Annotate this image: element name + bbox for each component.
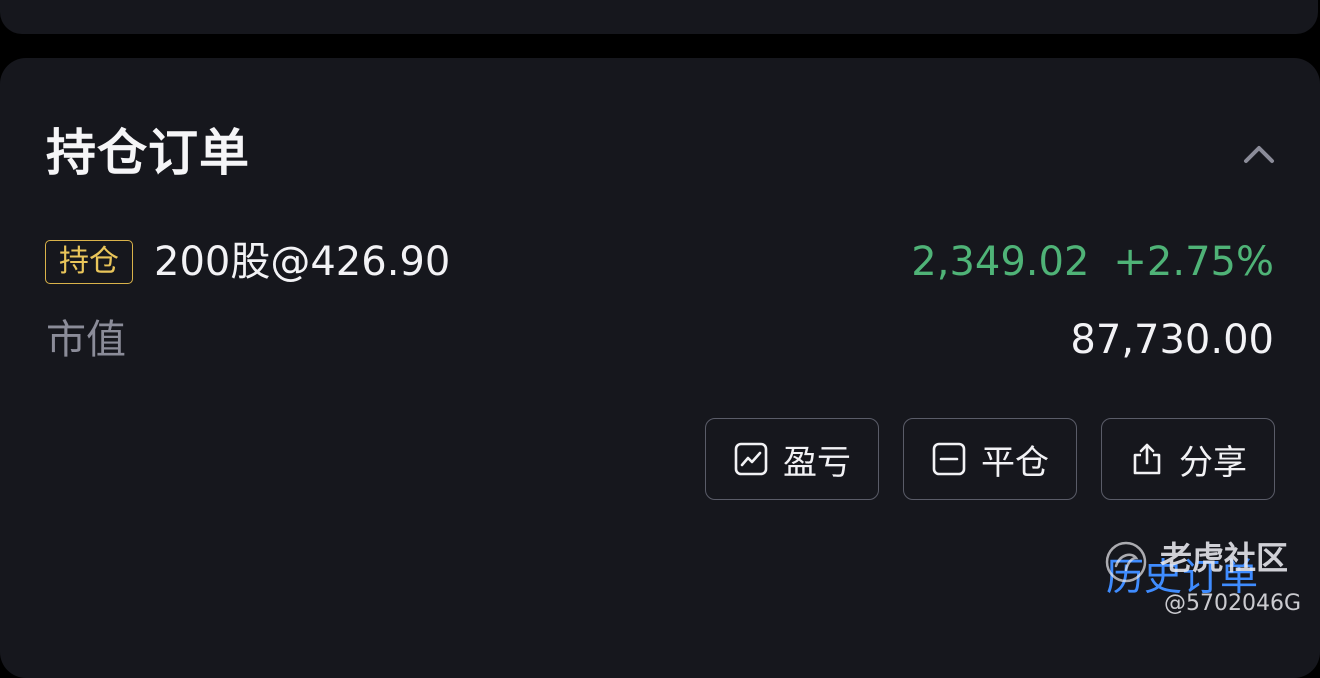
share-button[interactable]: 分享: [1101, 418, 1275, 500]
close-position-button[interactable]: 平仓: [903, 418, 1077, 500]
chevron-up-icon: [1238, 134, 1280, 174]
share-upload-icon: [1129, 441, 1165, 477]
share-button-label: 分享: [1179, 442, 1247, 483]
pnl-percent: +2.75%: [1113, 239, 1274, 285]
pnl-button[interactable]: 盈亏: [705, 418, 879, 500]
history-orders-link[interactable]: 历史订单: [1106, 552, 1258, 602]
section-title: 持仓订单: [46, 124, 250, 182]
pnl-summary: 2,349.02 +2.75%: [911, 234, 1274, 290]
pnl-button-label: 盈亏: [783, 442, 851, 483]
previous-card: [0, 0, 1318, 34]
holding-badge: 持仓: [45, 240, 133, 284]
close-position-label: 平仓: [981, 442, 1049, 483]
pnl-amount: 2,349.02: [911, 239, 1090, 285]
market-value-label: 市值: [46, 317, 126, 363]
position-quantity-price: 200股@426.90: [154, 239, 451, 285]
line-chart-icon: [733, 441, 769, 477]
collapse-button[interactable]: [1238, 134, 1280, 174]
market-value: 87,730.00: [1070, 317, 1274, 363]
minus-square-icon: [931, 441, 967, 477]
